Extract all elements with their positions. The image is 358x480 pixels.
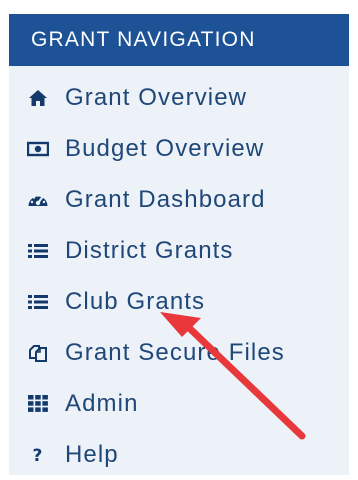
money-icon xyxy=(25,141,51,157)
grid-icon xyxy=(25,395,51,412)
nav-item-label: Grant Secure Files xyxy=(65,338,285,366)
list-icon xyxy=(25,243,51,259)
nav-item-grant-overview[interactable]: Grant Overview xyxy=(9,72,349,123)
nav-item-label: Help xyxy=(65,440,119,468)
nav-list: Grant Overview Budget Overview Grant Das… xyxy=(9,72,349,480)
nav-item-admin[interactable]: Admin xyxy=(9,378,349,429)
nav-header-title: GRANT NAVIGATION xyxy=(9,14,349,66)
question-icon: ? xyxy=(25,446,51,464)
nav-item-district-grants[interactable]: District Grants xyxy=(9,225,349,276)
list-icon xyxy=(25,294,51,310)
nav-item-budget-overview[interactable]: Budget Overview xyxy=(9,123,349,174)
nav-item-grant-secure-files[interactable]: Grant Secure Files xyxy=(9,327,349,378)
nav-item-label: Club Grants xyxy=(65,287,206,315)
home-icon xyxy=(25,89,51,107)
grant-navigation-panel: GRANT NAVIGATION Grant Overview Budget O… xyxy=(9,14,349,475)
nav-item-grant-dashboard[interactable]: Grant Dashboard xyxy=(9,174,349,225)
nav-item-label: Admin xyxy=(65,389,139,417)
dashboard-icon xyxy=(25,191,51,209)
nav-item-label: Budget Overview xyxy=(65,134,265,162)
nav-item-label: District Grants xyxy=(65,236,234,264)
files-icon xyxy=(25,343,51,363)
svg-text:?: ? xyxy=(33,446,44,464)
nav-item-help[interactable]: ? Help xyxy=(9,429,349,480)
nav-item-label: Grant Dashboard xyxy=(65,185,266,213)
nav-item-label: Grant Overview xyxy=(65,83,248,111)
nav-item-club-grants[interactable]: Club Grants xyxy=(9,276,349,327)
